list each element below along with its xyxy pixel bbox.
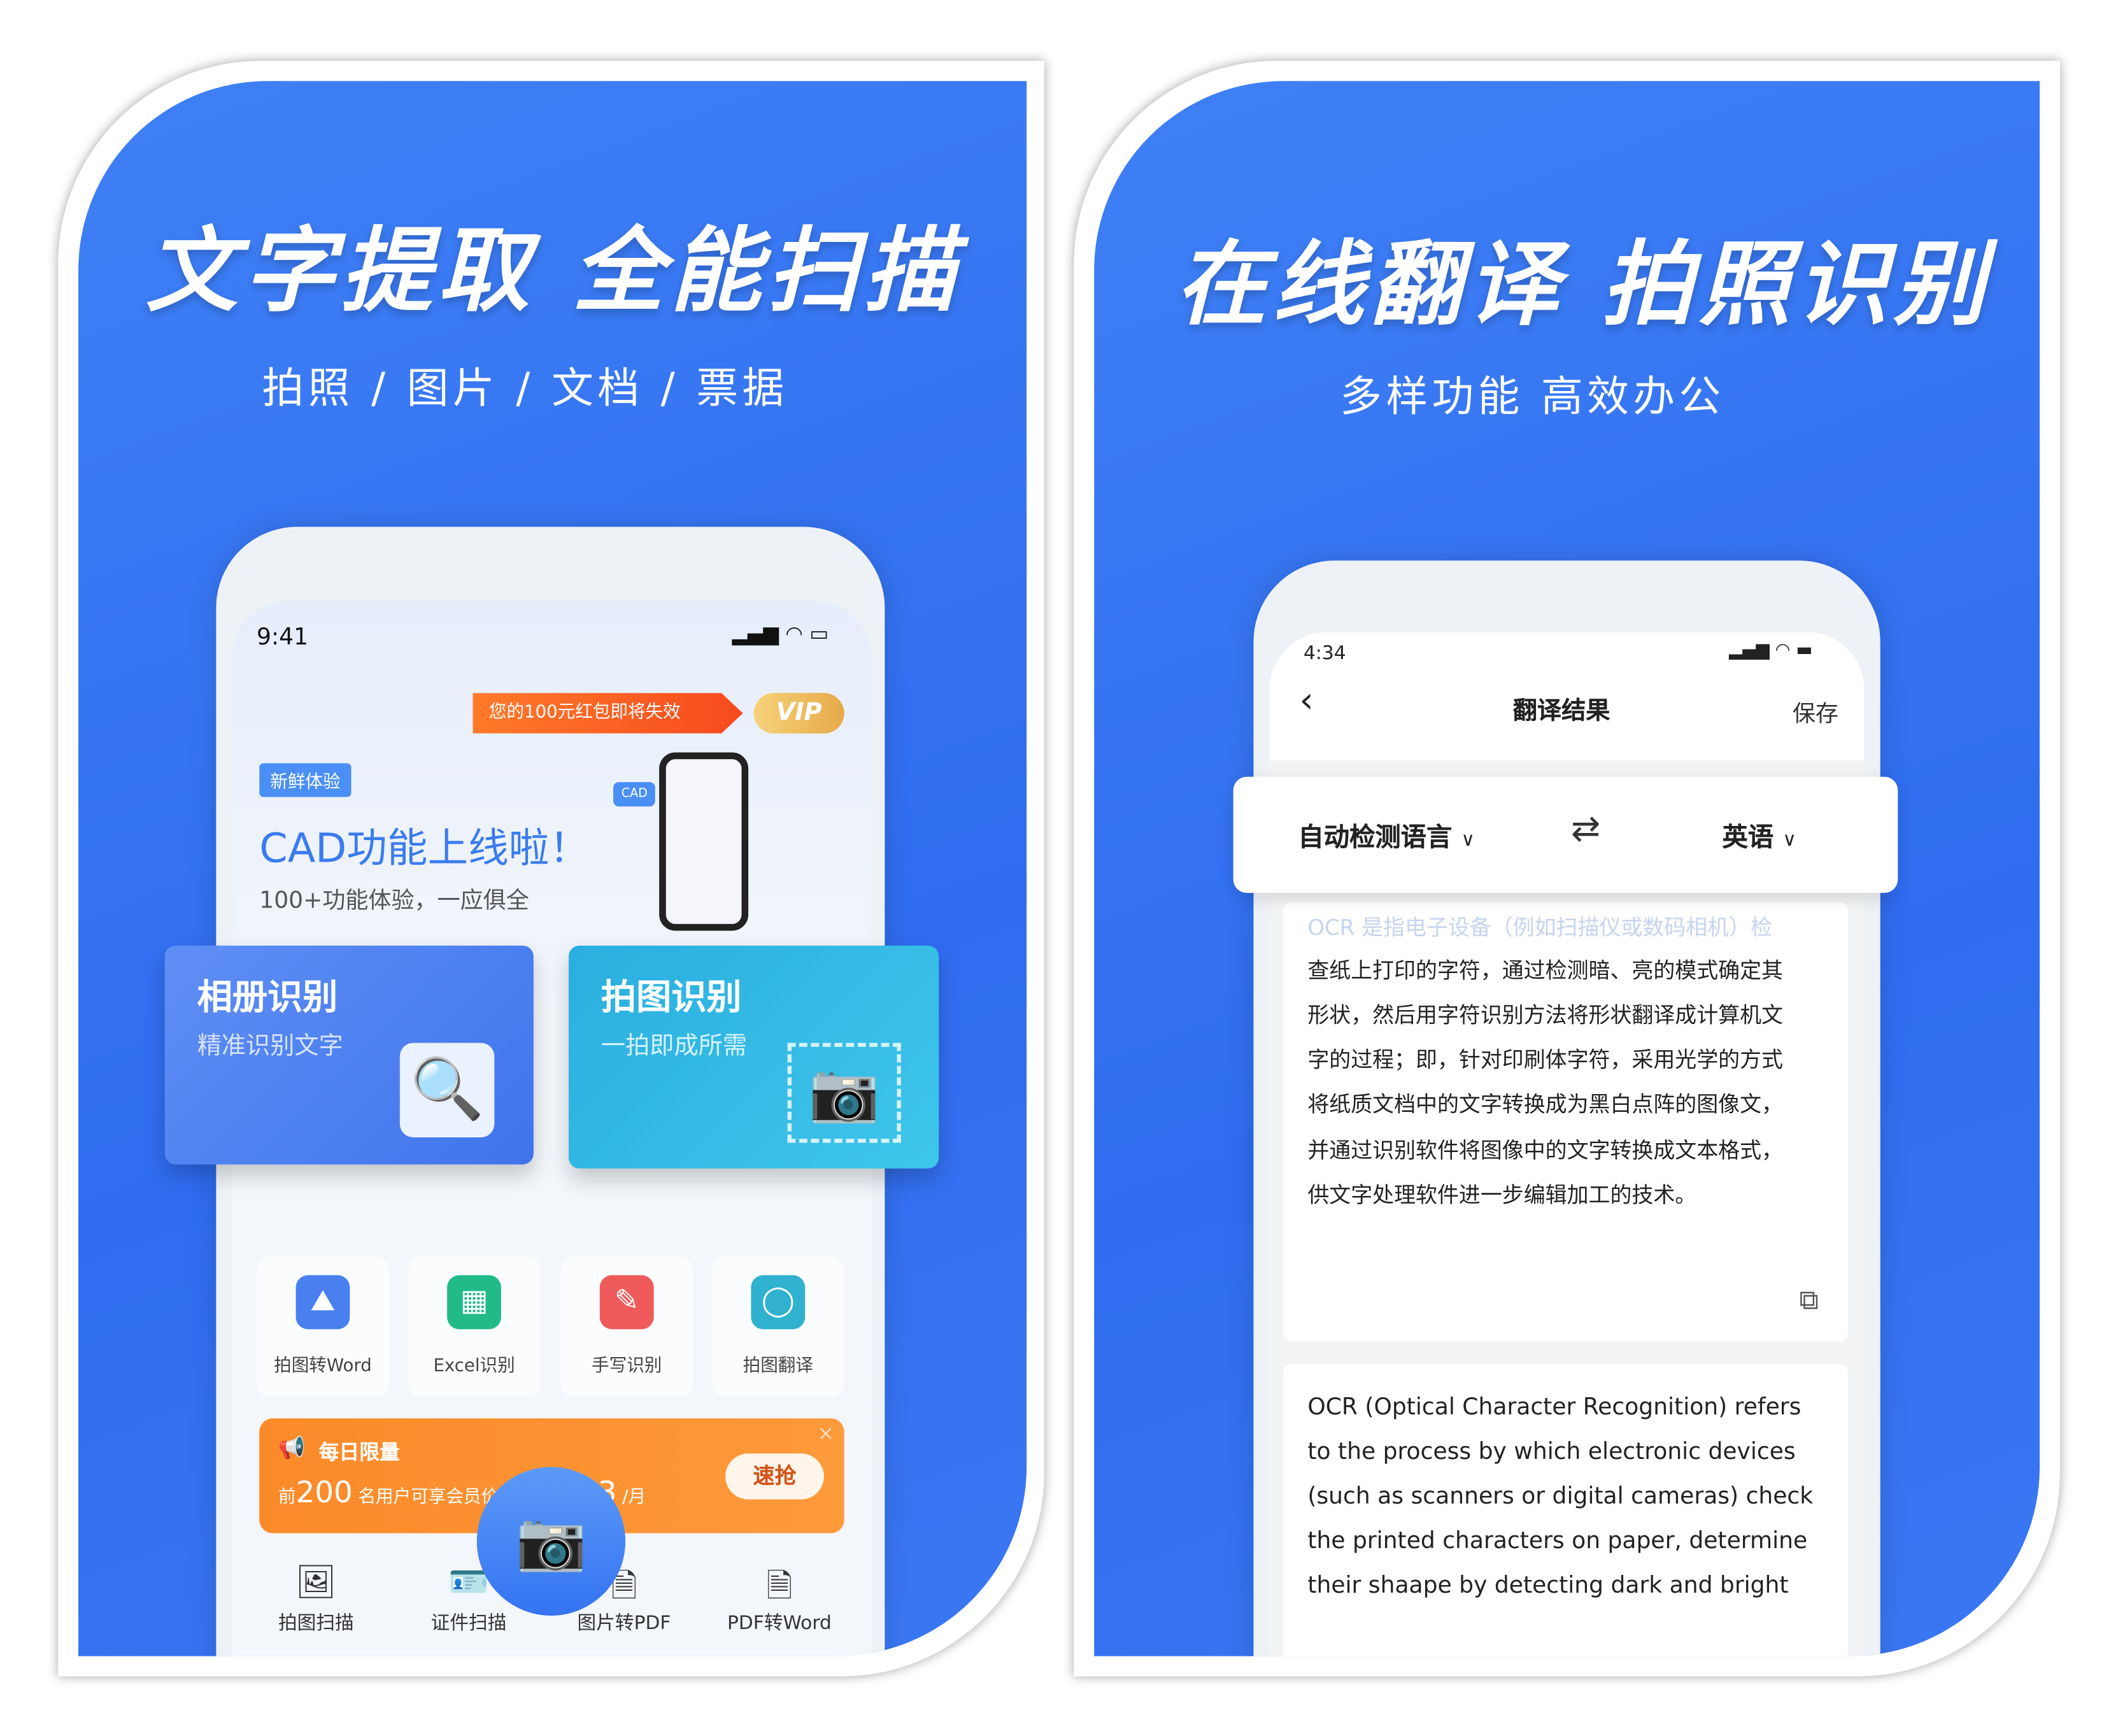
camera-plus-button[interactable]: 📷 <box>476 1467 626 1616</box>
right-panel: 在线翻译 拍照识别 多样功能 高效办公 4:34 ▂▄▆ ◠ ▬ ‹ 翻译结果 … <box>1094 81 2040 1656</box>
source-text-card: OCR 是指电子设备（例如扫描仪或数码相机）检 查纸上打印的字符，通过检测暗、亮… <box>1283 902 1848 1342</box>
table-icon: ▦ <box>447 1275 501 1330</box>
left-subtitle: 拍照 / 图片 / 文档 / 票据 <box>262 364 788 414</box>
vip-badge[interactable]: VIP <box>753 693 844 734</box>
headline: CAD功能上线啦！ <box>259 825 590 873</box>
language-bar: 自动检测语言 ∨ ⇄ 英语 ∨ <box>1233 776 1898 893</box>
tool-handwriting[interactable]: ✎ 手写识别 <box>560 1256 693 1397</box>
cad-badge: CAD <box>613 782 656 807</box>
word-file-icon: 🗎 <box>766 1567 793 1605</box>
status-icons: ▂▄▆ ◠ ▬ <box>1729 640 1813 661</box>
source-language-select[interactable]: 自动检测语言 ∨ <box>1298 817 1475 853</box>
right-subtitle: 多样功能 高效办公 <box>1340 373 1725 422</box>
translation-card: OCR (Optical Character Recognition) refe… <box>1283 1364 1848 1656</box>
promo-banner[interactable]: 您的100元红包即将失效 <box>473 693 743 734</box>
brush-icon: ✎ <box>599 1275 654 1330</box>
tool-pdf-to-word[interactable]: 🗎 PDF转Word <box>712 1563 847 1636</box>
right-title: 在线翻译 拍照识别 <box>1175 232 1991 339</box>
status-time: 4:34 <box>1303 643 1346 665</box>
target-language-select[interactable]: 英语 ∨ <box>1723 817 1796 853</box>
magnifier-image-icon: 🔍 <box>399 1042 495 1138</box>
tool-scan[interactable]: 🖼 拍图扫描 <box>248 1563 383 1636</box>
new-tag: 新鲜体验 <box>259 763 352 797</box>
album-ocr-card[interactable]: 相册识别 精准识别文字 🔍 <box>164 945 534 1165</box>
left-panel: 文字提取 全能扫描 拍照 / 图片 / 文档 / 票据 9:41 ▂▄▆ ◠ ▭… <box>78 81 1027 1656</box>
close-icon[interactable]: × <box>817 1421 834 1446</box>
left-title: 文字提取 全能扫描 <box>146 218 962 326</box>
deal-title: 每日限量 <box>318 1440 400 1465</box>
status-icons: ▂▄▆ ◠ ▭ <box>732 621 829 646</box>
save-button[interactable]: 保存 <box>1793 694 1838 728</box>
tool-photo-to-word[interactable]: ⛰ 拍图转Word <box>257 1256 389 1397</box>
hand-phone-illustration <box>659 752 749 931</box>
tool-photo-translate[interactable]: ◯ 拍图翻译 <box>711 1256 844 1397</box>
grab-button[interactable]: 速抢 <box>725 1453 824 1500</box>
swap-icon[interactable]: ⇄ <box>1571 809 1600 850</box>
back-icon[interactable]: ‹ <box>1300 681 1314 722</box>
nav-title: 翻译结果 <box>1512 697 1610 726</box>
photo-ocr-card[interactable]: 拍图识别 一拍即成所需 📷 <box>569 945 939 1169</box>
image-scan-icon: ⛰ <box>295 1275 350 1330</box>
camera-icon: 📷 <box>787 1042 901 1143</box>
megaphone-icon: 📢 <box>278 1434 306 1461</box>
scan-photo-icon: 🖼 <box>295 1563 337 1601</box>
chevron-down-icon: ∨ <box>1782 829 1796 851</box>
tool-excel[interactable]: ▦ Excel识别 <box>408 1256 541 1397</box>
copy-icon[interactable]: ⧉ <box>1799 1283 1818 1316</box>
status-time: 9:41 <box>257 623 309 651</box>
camera-lens-icon: ◯ <box>751 1275 806 1330</box>
chevron-down-icon: ∨ <box>1461 829 1475 851</box>
headline-sub: 100+功能体验，一应俱全 <box>259 887 529 915</box>
